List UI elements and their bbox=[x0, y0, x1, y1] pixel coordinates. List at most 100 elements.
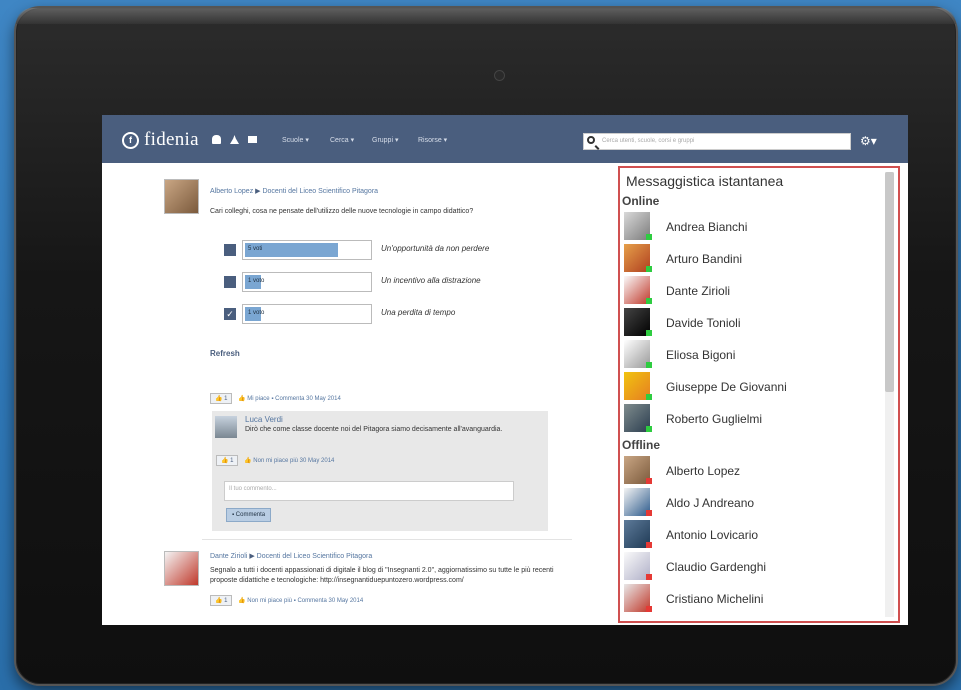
contact-name: Dante Zirioli bbox=[666, 284, 731, 298]
logo-text: fidenia bbox=[144, 129, 199, 150]
post-date: 30 May 2014 bbox=[306, 396, 341, 402]
messages-envelope-icon[interactable] bbox=[248, 136, 257, 143]
poll-option[interactable]: ✓ 1 voto Una perdita di tempo bbox=[224, 304, 504, 326]
poll-checkbox-checked[interactable]: ✓ bbox=[224, 308, 236, 320]
poll-vote-count: 5 voti bbox=[248, 246, 263, 252]
like-count: 1 bbox=[224, 598, 228, 604]
offline-status-icon bbox=[646, 510, 652, 516]
offline-status-icon bbox=[646, 542, 652, 548]
poll-option[interactable]: 5 voti Un'opportunità da non perdere bbox=[224, 240, 504, 262]
chat-contact-online[interactable]: Dante Zirioli bbox=[624, 276, 874, 306]
avatar[interactable] bbox=[215, 416, 237, 438]
post-target-link[interactable]: Docenti del Liceo Scientifico Pitagora bbox=[257, 553, 373, 560]
chat-contact-online[interactable]: Davide Tonioli bbox=[624, 308, 874, 338]
contact-name: Arturo Bandini bbox=[666, 252, 743, 266]
avatar[interactable] bbox=[164, 551, 199, 586]
contact-name: Claudio Gardenghi bbox=[666, 560, 767, 574]
settings-gear-icon[interactable]: ⚙▾ bbox=[860, 134, 877, 148]
avatar[interactable] bbox=[164, 179, 199, 214]
online-status-icon bbox=[646, 362, 652, 368]
poll-vote-count: 1 voto bbox=[248, 278, 265, 284]
post-target-link[interactable]: Docenti del Liceo Scientifico Pitagora bbox=[262, 188, 378, 195]
camera-icon bbox=[494, 70, 505, 81]
post-actions: 👍 1 👍 Mi piace ▪ Commenta 30 May 2014 bbox=[210, 393, 341, 404]
unlike-link[interactable]: 👍 Non mi piace più bbox=[244, 458, 298, 464]
comment-label: Commenta bbox=[297, 598, 327, 604]
post-date: 30 May 2014 bbox=[328, 598, 364, 604]
top-navbar: f fidenia Scuole ▾ Cerca ▾ Gruppi ▾ Riso… bbox=[102, 115, 908, 163]
offline-status-icon bbox=[646, 574, 652, 580]
submit-comment-button[interactable]: ▪ Commenta bbox=[226, 508, 272, 522]
poll-option-label: Una perdita di tempo bbox=[381, 308, 456, 317]
like-count-button[interactable]: 👍 1 bbox=[210, 393, 233, 404]
poll-result-bar: 1 voto bbox=[242, 272, 372, 292]
like-count-button[interactable]: 👍 1 bbox=[210, 595, 233, 606]
chat-contact-offline[interactable]: Claudio Gardenghi bbox=[624, 552, 874, 582]
poll-result-bar: 1 voto bbox=[242, 304, 372, 324]
contact-name: Giuseppe De Giovanni bbox=[666, 380, 787, 394]
like-count: 1 bbox=[224, 396, 228, 402]
tablet-frame: f fidenia Scuole ▾ Cerca ▾ Gruppi ▾ Riso… bbox=[14, 6, 958, 686]
comment-link[interactable]: ▪ Commenta bbox=[294, 598, 327, 604]
comment-link[interactable]: ▪ Commenta bbox=[271, 396, 304, 402]
arrow-right-icon: ▶ bbox=[249, 553, 257, 560]
app-logo[interactable]: f fidenia bbox=[122, 129, 199, 151]
notifications-bell-icon[interactable] bbox=[212, 135, 221, 144]
search-icon bbox=[587, 136, 595, 144]
offline-section-label: Offline bbox=[622, 438, 660, 452]
like-count-button[interactable]: 👍 1 bbox=[216, 455, 239, 466]
like-count: 1 bbox=[230, 458, 234, 464]
search-input[interactable]: Cerca utenti, scuole, corsi e gruppi bbox=[583, 133, 851, 150]
poll-option-label: Un incentivo alla distrazione bbox=[381, 276, 481, 285]
like-link[interactable]: 👍 Mi piace bbox=[238, 396, 269, 402]
post-author-link[interactable]: Alberto Lopez bbox=[210, 188, 253, 195]
post-header: Dante Zirioli ▶ Docenti del Liceo Scient… bbox=[210, 552, 372, 560]
online-status-icon bbox=[646, 298, 652, 304]
contact-name: Roberto Guglielmi bbox=[666, 412, 763, 426]
comment-author-link[interactable]: Luca Verdi bbox=[245, 415, 283, 424]
submit-comment-label: Commenta bbox=[235, 512, 266, 518]
offline-status-icon bbox=[646, 478, 652, 484]
poll-checkbox[interactable] bbox=[224, 244, 236, 256]
chat-contact-online[interactable]: Roberto Guglielmi bbox=[624, 404, 874, 434]
scrollbar-thumb[interactable] bbox=[885, 172, 894, 392]
menu-risorse[interactable]: Risorse ▾ bbox=[418, 136, 447, 144]
post-actions: 👍 1 👍 Non mi piace più ▪ Commenta 30 May… bbox=[210, 595, 363, 606]
post-text: Cari colleghi, cosa ne pensate dell'util… bbox=[210, 208, 474, 215]
post-header: Alberto Lopez ▶ Docenti del Liceo Scient… bbox=[210, 187, 378, 195]
like-label: Mi piace bbox=[247, 396, 270, 402]
poll-checkbox[interactable] bbox=[224, 276, 236, 288]
comment-input[interactable]: Il tuo commento... bbox=[224, 481, 514, 501]
contact-name: Andrea Bianchi bbox=[666, 220, 748, 234]
menu-cerca[interactable]: Cerca ▾ bbox=[330, 136, 354, 144]
chat-title: Messaggistica istantanea bbox=[626, 173, 784, 189]
poll-option-label: Un'opportunità da non perdere bbox=[381, 244, 490, 253]
comment-date: 30 May 2014 bbox=[299, 458, 335, 464]
comment-section: Luca Verdi Dirò che come classe docente … bbox=[212, 411, 548, 531]
post-text: Segnalo a tutti i docenti appassionati d… bbox=[210, 567, 554, 584]
contact-name: Antonio Lovicario bbox=[666, 528, 759, 542]
chat-contact-online[interactable]: Arturo Bandini bbox=[624, 244, 874, 274]
instant-messaging-panel: Messaggistica istantanea Online Andrea B… bbox=[618, 166, 900, 623]
refresh-link[interactable]: Refresh bbox=[210, 349, 240, 358]
chat-contact-offline[interactable]: Aldo J Andreano bbox=[624, 488, 874, 518]
logo-mark-icon: f bbox=[122, 131, 139, 149]
poll-result-bar: 5 voti bbox=[242, 240, 372, 260]
post-author-link[interactable]: Dante Zirioli bbox=[210, 553, 247, 560]
chat-contact-online[interactable]: Giuseppe De Giovanni bbox=[624, 372, 874, 402]
comment-actions: 👍 1 👍 Non mi piace più 30 May 2014 bbox=[216, 455, 334, 466]
poll-option[interactable]: 1 voto Un incentivo alla distrazione bbox=[224, 272, 504, 294]
chat-contact-online[interactable]: Eliosa Bigoni bbox=[624, 340, 874, 370]
unlike-label: Non mi piace più bbox=[247, 598, 292, 604]
chat-contact-offline[interactable]: Alberto Lopez bbox=[624, 456, 874, 486]
poll-vote-count: 1 voto bbox=[248, 310, 265, 316]
menu-gruppi[interactable]: Gruppi ▾ bbox=[372, 136, 398, 144]
chat-contact-offline[interactable]: Cristiano Michelini bbox=[624, 584, 874, 614]
chat-contact-online[interactable]: Andrea Bianchi bbox=[624, 212, 874, 242]
menu-scuole[interactable]: Scuole ▾ bbox=[282, 136, 309, 144]
online-section-label: Online bbox=[622, 194, 660, 208]
user-icon[interactable] bbox=[230, 135, 239, 144]
unlike-link[interactable]: 👍 Non mi piace più bbox=[238, 598, 292, 604]
chat-contact-offline[interactable]: Antonio Lovicario bbox=[624, 520, 874, 550]
app-screen: f fidenia Scuole ▾ Cerca ▾ Gruppi ▾ Riso… bbox=[102, 115, 908, 625]
